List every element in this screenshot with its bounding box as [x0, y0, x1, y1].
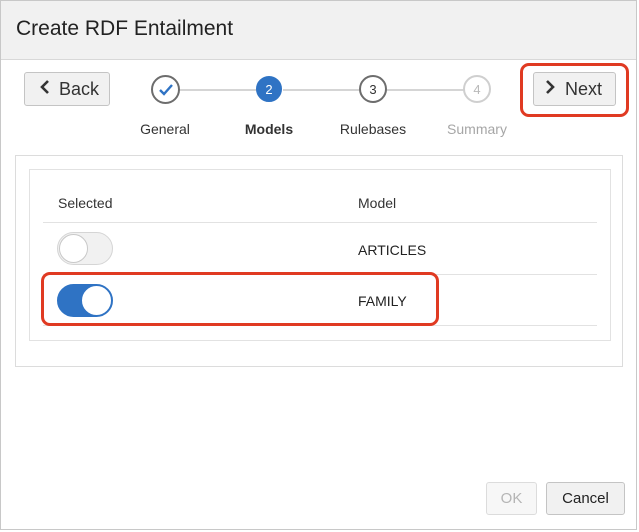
dialog-title: Create RDF Entailment	[16, 17, 234, 40]
next-button-highlight	[520, 63, 629, 117]
toggle-knob	[59, 234, 88, 263]
chevron-left-icon	[39, 79, 50, 100]
ok-button: OK	[486, 482, 537, 515]
train-step-rulebases[interactable]: 3	[359, 75, 387, 103]
column-header-model: Model	[358, 195, 397, 211]
train-label-summary: Summary	[447, 121, 507, 137]
train-connector	[283, 89, 360, 91]
family-row-highlight	[41, 272, 439, 326]
row-divider	[43, 222, 597, 223]
train-step-summary: 4	[463, 75, 491, 103]
train-label-general[interactable]: General	[115, 121, 215, 137]
train-step-models[interactable]: 2	[256, 76, 282, 102]
train-connector	[386, 89, 464, 91]
train-label-rulebases[interactable]: Rulebases	[323, 121, 423, 137]
train-label-models[interactable]: Models	[219, 121, 319, 137]
column-header-selected: Selected	[58, 195, 113, 211]
back-button-label: Back	[59, 78, 100, 99]
select-toggle-articles[interactable]	[57, 232, 113, 265]
model-name-articles: ARTICLES	[358, 242, 427, 258]
train-connector	[178, 89, 258, 91]
dialog-header: Create RDF Entailment	[1, 1, 636, 60]
train-step-general-icon[interactable]	[151, 75, 180, 104]
cancel-button[interactable]: Cancel	[546, 482, 625, 515]
back-button[interactable]: Back	[24, 72, 110, 106]
